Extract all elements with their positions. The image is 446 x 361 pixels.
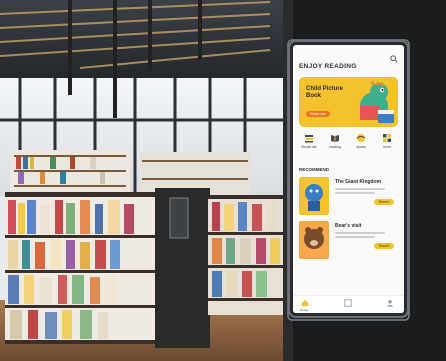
book-read-button-2[interactable]: Read it <box>374 243 394 249</box>
section-title: RECOMMEND <box>299 167 329 172</box>
ball-icon <box>356 134 366 142</box>
category-label: sports <box>356 145 366 149</box>
banner-title: Child Picture Book <box>306 86 344 99</box>
text-placeholder-line <box>335 188 385 190</box>
search-icon[interactable] <box>390 55 398 63</box>
app-header: ENJOY READING <box>299 55 398 70</box>
user-icon[interactable] <box>386 299 394 307</box>
app-title: ENJOY READING <box>299 63 357 70</box>
grid-icon <box>383 134 391 142</box>
category-more[interactable]: more <box>374 133 400 149</box>
kiosk-screen: ENJOY READING Child Picture Book Read no… <box>293 45 404 313</box>
shelf-sign <box>169 197 189 239</box>
book-title-2: Bear's visit <box>335 223 362 229</box>
red-book <box>360 106 380 120</box>
book-cover-1 <box>299 177 329 215</box>
text-placeholder-line <box>335 236 375 238</box>
category-books-list[interactable]: Books list <box>296 133 322 149</box>
library-scene: ENJOY READING Child Picture Book Read no… <box>0 0 446 361</box>
book-title-1: The Giant Kingdom <box>335 179 382 185</box>
home-icon[interactable] <box>301 299 309 307</box>
dinosaur-illustration <box>360 80 394 123</box>
open-book-icon <box>331 135 339 142</box>
text-placeholder-line <box>335 192 375 194</box>
bookshelf-icon[interactable] <box>344 299 352 307</box>
book-stack-icon <box>305 135 313 143</box>
category-label: Books list <box>301 145 317 149</box>
featured-banner[interactable]: Child Picture Book Read now <box>299 77 398 127</box>
tab-bar: Home <box>293 295 404 313</box>
category-sports[interactable]: sports <box>348 133 374 149</box>
book-card-1[interactable]: The Giant Kingdom Read it <box>299 177 398 215</box>
category-reading[interactable]: reading <box>322 133 348 149</box>
book-read-button-1[interactable]: Read it <box>374 199 394 205</box>
tab-home-label: Home <box>300 308 309 312</box>
category-label: more <box>383 145 391 149</box>
category-label: reading <box>329 145 341 149</box>
text-placeholder-line <box>335 232 385 234</box>
book-card-2[interactable]: Bear's visit Read it <box>299 221 398 259</box>
book-cover-2 <box>299 221 329 259</box>
category-row: Books list reading sports more <box>293 133 404 163</box>
banner-read-button[interactable]: Read now <box>306 111 330 117</box>
